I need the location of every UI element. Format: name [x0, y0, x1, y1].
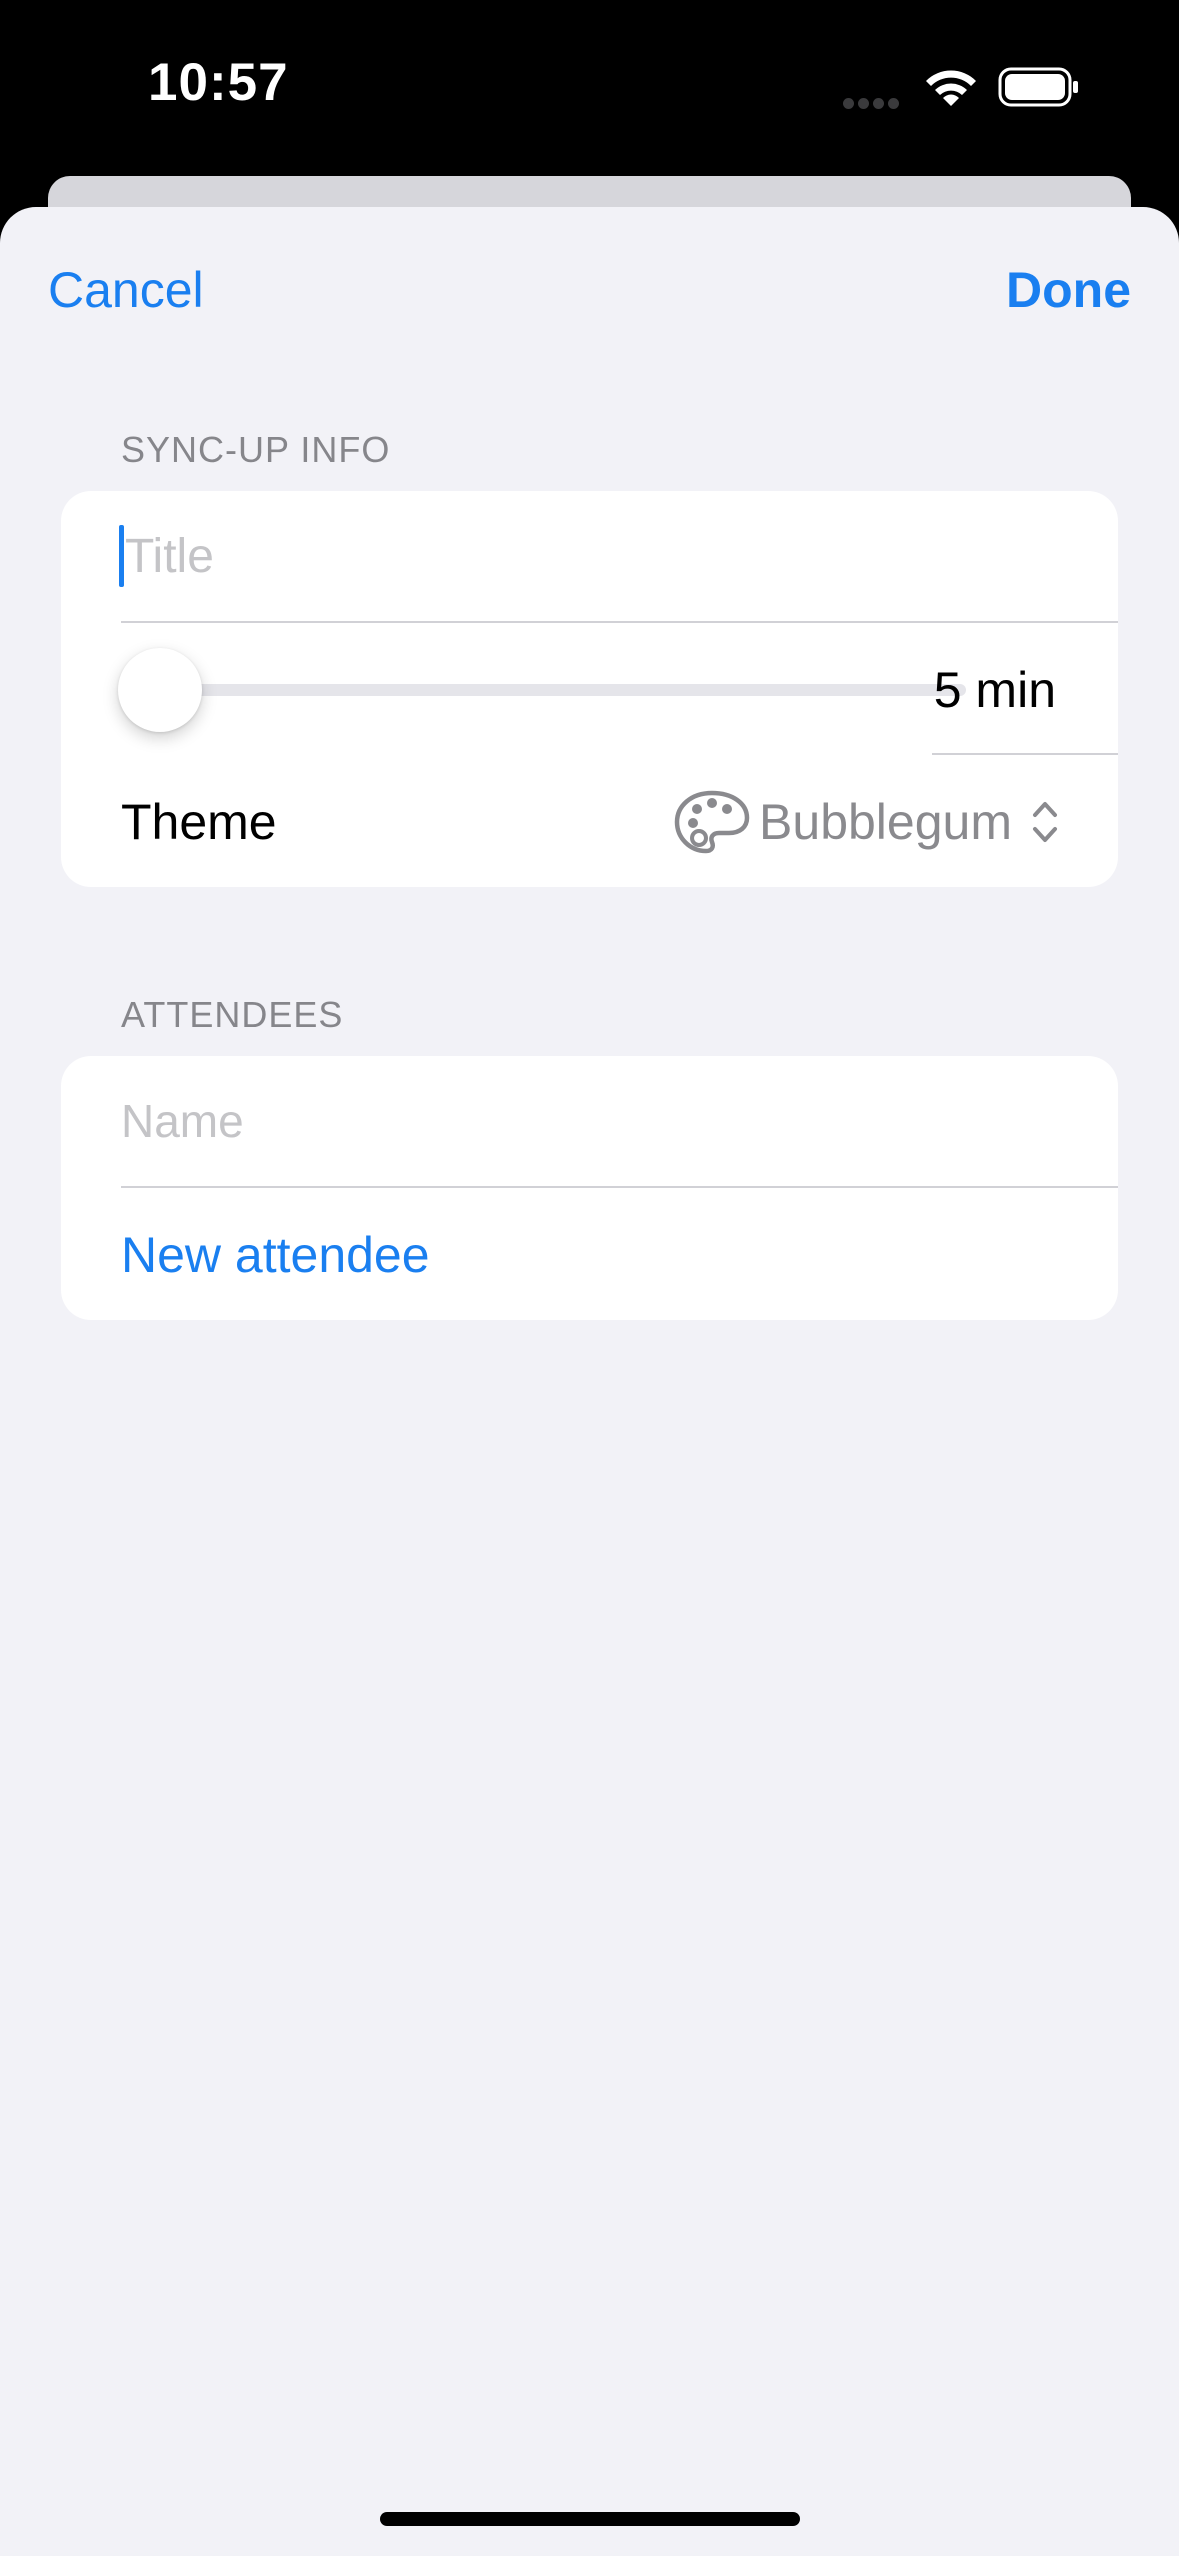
new-attendee-button[interactable]: New attendee — [121, 1226, 430, 1284]
attendee-name-input[interactable] — [121, 1086, 1081, 1156]
status-bar: 10:57 — [0, 0, 1179, 180]
done-button[interactable]: Done — [1006, 261, 1131, 319]
theme-picker[interactable]: Bubblegum — [673, 777, 1060, 867]
new-attendee-row: New attendee — [61, 1188, 1118, 1320]
edit-sheet: Cancel Done SYNC-UP INFO 5 min Theme — [0, 207, 1179, 2556]
section-header-sync-up-info: SYNC-UP INFO — [121, 429, 391, 470]
cellular-dots-icon — [843, 96, 903, 114]
attendee-name-row — [61, 1056, 1118, 1188]
cancel-button[interactable]: Cancel — [48, 261, 204, 319]
title-input[interactable] — [121, 521, 1085, 591]
theme-row: Theme Bubblegum — [61, 755, 1118, 887]
section-header-attendees: ATTENDEES — [121, 994, 344, 1035]
status-time: 10:57 — [148, 53, 289, 112]
duration-slider-track[interactable] — [160, 684, 966, 696]
attendees-card: New attendee — [61, 1056, 1118, 1320]
home-indicator[interactable] — [380, 2512, 800, 2526]
battery-icon — [998, 67, 1078, 107]
wifi-icon — [926, 70, 976, 106]
chevron-up-down-icon — [1033, 802, 1057, 842]
sync-up-info-card: 5 min Theme Bubblegum — [61, 491, 1118, 887]
duration-label: 5 min — [933, 662, 1056, 718]
title-row — [61, 491, 1118, 623]
duration-slider-thumb[interactable] — [118, 648, 202, 732]
duration-row: 5 min — [61, 623, 1118, 755]
theme-value: Bubblegum — [759, 794, 1012, 850]
palette-icon — [674, 790, 750, 854]
theme-label: Theme — [121, 794, 277, 850]
